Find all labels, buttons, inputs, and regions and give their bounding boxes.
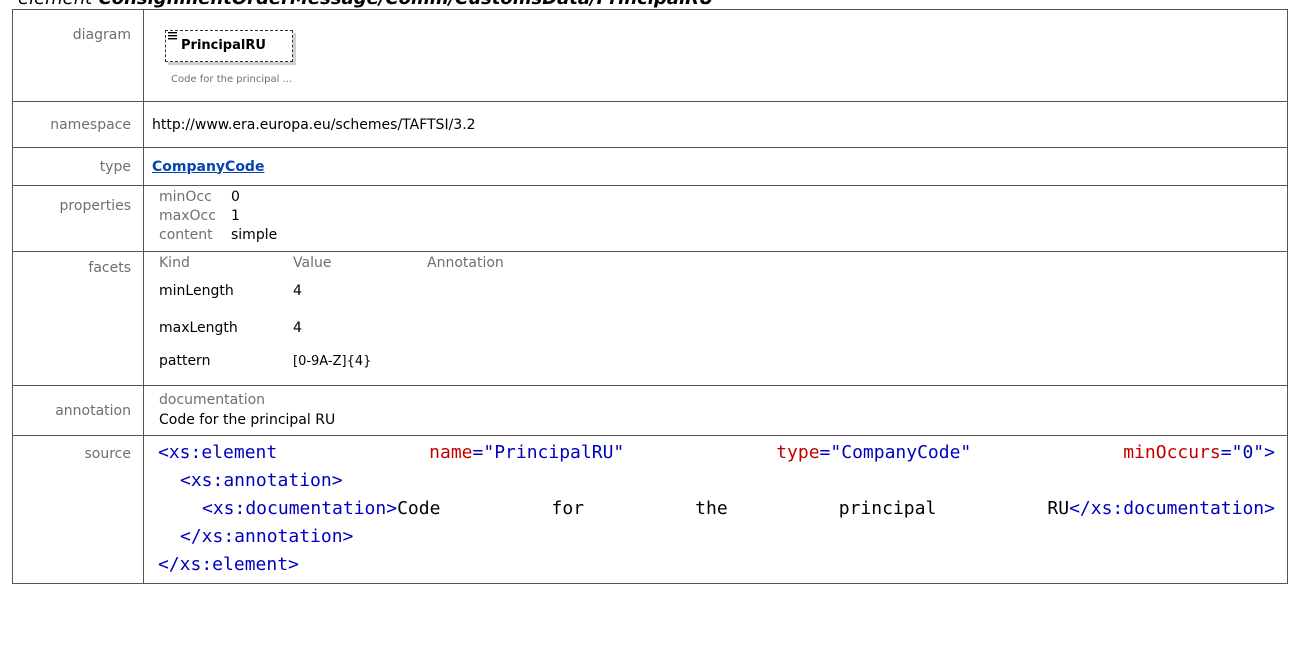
code-token: name — [429, 442, 473, 463]
facet-value: [0-9A-Z]{4} — [293, 353, 372, 369]
code-token: > — [1264, 442, 1275, 463]
code-token: "PrincipalRU" — [483, 442, 625, 463]
type-label: type — [12, 147, 144, 186]
property-value: 1 — [231, 208, 240, 224]
facets-header: Kind Value Annotation — [159, 254, 1287, 272]
facets-header-kind: Kind — [159, 255, 190, 271]
facets-header-annotation: Annotation — [427, 255, 504, 271]
code-token: minOccurs — [1123, 442, 1221, 463]
property-key: content — [159, 227, 213, 243]
annotation-row: annotation documentation Code for the pr… — [12, 385, 1288, 436]
code-token: = — [472, 442, 484, 463]
code-token: type — [776, 442, 820, 463]
facet-kind: minLength — [159, 282, 234, 299]
source-code: <xs:element name="PrincipalRU" type="Com… — [158, 439, 1275, 579]
facets-header-value: Value — [293, 255, 332, 271]
diagram-cell: PrincipalRU Code for the principal ... — [143, 9, 1288, 102]
source-line-4: </xs:annotation> — [158, 523, 1275, 551]
code-token: </xs:documentation> — [1069, 498, 1275, 519]
properties-list: minOcc 0 maxOcc 1 content simple — [159, 189, 1287, 244]
facet-row: maxLength 4 — [159, 309, 1287, 346]
code-token: = — [819, 442, 831, 463]
property-value: simple — [231, 227, 278, 243]
diagram-label: diagram — [12, 9, 144, 102]
type-row: type CompanyCode — [12, 147, 1288, 186]
code-token: "CompanyCode" — [830, 442, 972, 463]
facet-row: pattern [0-9A-Z]{4} — [159, 346, 1287, 376]
facet-row: minLength 4 — [159, 272, 1287, 309]
code-word: the — [695, 498, 728, 519]
facet-kind: pattern — [159, 353, 211, 369]
code-token: </xs:element> — [158, 554, 299, 575]
code-token: <xs:annotation> — [180, 470, 343, 491]
namespace-row: namespace http://www.era.europa.eu/schem… — [12, 101, 1288, 148]
properties-row: properties minOcc 0 maxOcc 1 content sim… — [12, 185, 1288, 252]
property-key: minOcc — [159, 189, 212, 205]
code-token: "0" — [1231, 442, 1265, 463]
code-token: <xs:element — [158, 442, 278, 463]
diagram-element-name: PrincipalRU — [181, 38, 266, 53]
source-line-1: <xs:element name="PrincipalRU" type="Com… — [158, 439, 1275, 467]
code-word: principal — [838, 498, 937, 519]
annotation-value: Code for the principal RU — [159, 412, 336, 428]
code-token: = — [1220, 442, 1232, 463]
facets-table: Kind Value Annotation minLength 4 maxLen… — [159, 254, 1287, 376]
diagram-row: diagram PrincipalRU Code for the princip… — [12, 9, 1288, 102]
source-line-5: </xs:element> — [158, 551, 1275, 579]
diagram-element-box[interactable]: PrincipalRU — [165, 30, 293, 62]
code-word: Code — [397, 498, 441, 519]
facet-kind: maxLength — [159, 319, 238, 336]
facets-row: facets Kind Value Annotation minLength 4… — [12, 251, 1288, 386]
source-line-2: <xs:annotation> — [158, 467, 1275, 495]
properties-label: properties — [12, 185, 144, 252]
page-heading: element ConsignmentOrderMessage/Comm/Cus… — [18, 0, 714, 9]
property-key: maxOcc — [159, 208, 216, 224]
namespace-value: http://www.era.europa.eu/schemes/TAFTSI/… — [143, 101, 1288, 148]
code-word: RU — [1047, 498, 1070, 519]
source-label: source — [12, 435, 144, 584]
namespace-label: namespace — [12, 101, 144, 148]
facet-value: 4 — [293, 282, 302, 299]
facets-label: facets — [12, 251, 144, 386]
source-line-3: <xs:documentation>Code for the principal… — [158, 495, 1275, 523]
heading-prefix: element — [18, 0, 92, 9]
element-properties-table: diagram PrincipalRU Code for the princip… — [12, 9, 1288, 584]
facet-value: 4 — [293, 319, 302, 336]
code-word: for — [551, 498, 585, 519]
code-token: <xs:documentation> — [202, 498, 398, 519]
property-value: 0 — [231, 189, 240, 205]
source-row: source <xs:element name="PrincipalRU" ty… — [12, 435, 1288, 584]
type-link[interactable]: CompanyCode — [152, 159, 264, 175]
code-token: </xs:annotation> — [180, 526, 354, 547]
annotation-key: documentation — [159, 392, 266, 408]
element-content-icon — [168, 32, 177, 40]
diagram-note: Code for the principal ... — [171, 74, 293, 85]
heading-path: ConsignmentOrderMessage/Comm/CustomsData… — [99, 0, 714, 9]
annotation-label: annotation — [12, 385, 144, 436]
